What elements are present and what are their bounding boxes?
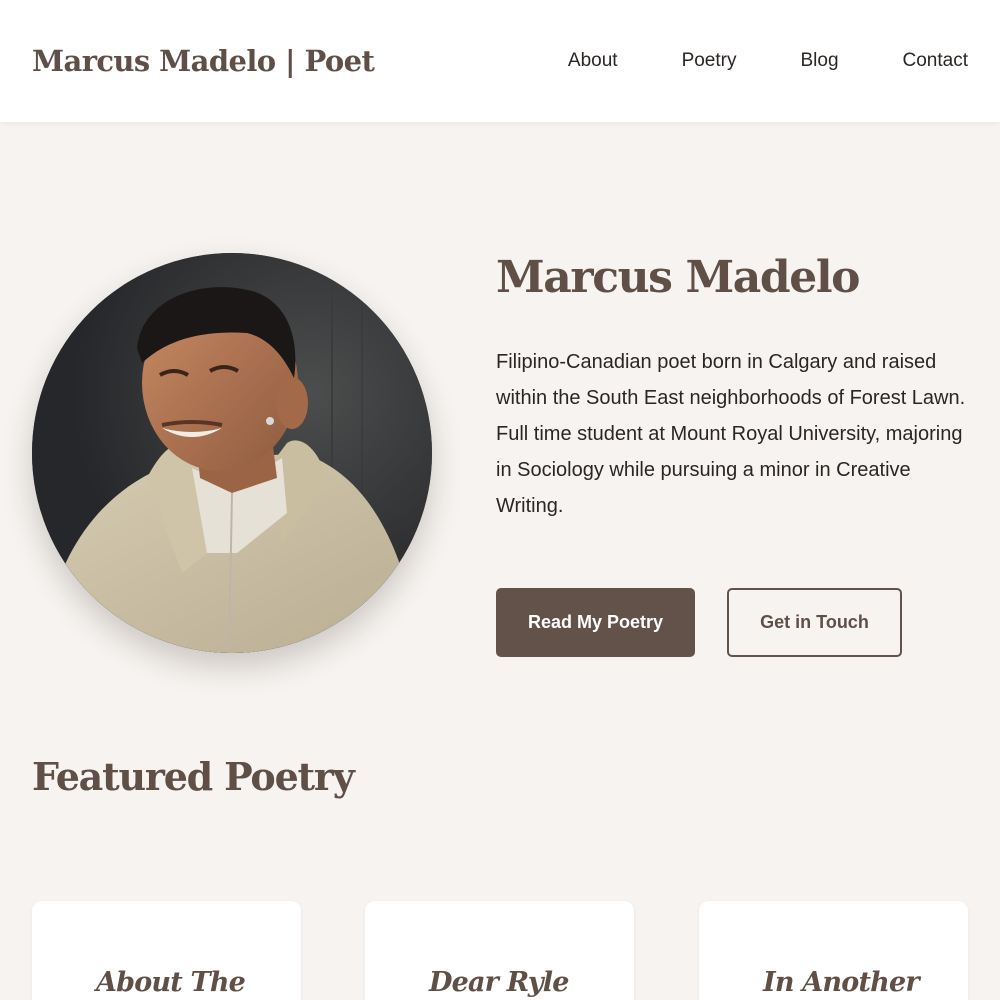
site-brand[interactable]: Marcus Madelo | Poet: [32, 44, 375, 78]
featured-poetry-heading: Featured Poetry: [32, 754, 355, 799]
nav-link-poetry[interactable]: Poetry: [682, 50, 737, 72]
poetry-card-title: In Another: [763, 967, 920, 998]
nav-link-contact[interactable]: Contact: [903, 50, 968, 72]
nav-link-about[interactable]: About: [568, 50, 618, 72]
poetry-card[interactable]: Dear Ryle: [365, 901, 634, 1000]
poetry-card[interactable]: In Another: [699, 901, 968, 1000]
nav-link-blog[interactable]: Blog: [800, 50, 838, 72]
portrait-photo: [32, 253, 432, 653]
portrait-illustration: [32, 253, 432, 653]
hero-name: Marcus Madelo: [496, 252, 861, 303]
get-in-touch-button[interactable]: Get in Touch: [727, 588, 902, 657]
site-header: Marcus Madelo | Poet About Poetry Blog C…: [0, 0, 1000, 122]
read-poetry-button[interactable]: Read My Poetry: [496, 588, 695, 657]
main-nav: About Poetry Blog Contact: [568, 50, 968, 72]
poetry-card-title: About The: [96, 967, 246, 998]
hero-bio: Filipino-Canadian poet born in Calgary a…: [496, 351, 966, 517]
poetry-card-title: Dear Ryle: [429, 967, 569, 998]
poetry-card[interactable]: About The: [32, 901, 301, 1000]
